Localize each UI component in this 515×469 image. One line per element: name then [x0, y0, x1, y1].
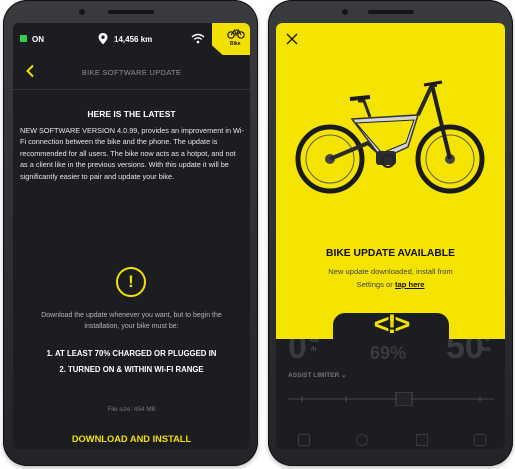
update-description: NEW SOFTWARE VERSION 4.0.99, provides an…: [20, 126, 244, 181]
tap-here-link[interactable]: tap here: [395, 280, 425, 289]
nav-tab-icon[interactable]: [474, 434, 486, 446]
battery-value: 69%: [370, 343, 407, 363]
phone-speaker: [107, 10, 154, 14]
nav-tab-icon[interactable]: [356, 434, 368, 446]
section-heading: HERE IS THE LATEST: [87, 109, 176, 119]
nav-tab-icon[interactable]: [416, 434, 428, 446]
phone-camera: [79, 9, 85, 15]
bike-tab[interactable]: Bike: [212, 23, 250, 55]
message-prefix: Settings or: [356, 280, 393, 289]
bottom-tab-bar: [276, 429, 505, 449]
alert-icon: !: [116, 267, 146, 297]
range-unit-bottom: km: [482, 347, 491, 353]
speed-unit-bottom: /h: [311, 347, 317, 353]
location-pin-icon: [98, 33, 108, 45]
phone-frame-right: 0 km /h 69% 50 % km ASSIST LIMITER ⌄ BIK…: [268, 0, 513, 466]
bike-tab-label: Bike: [230, 41, 241, 47]
status-bar: ON 14,456 km Bike: [13, 23, 250, 55]
odometer-value: 14,456 km: [114, 35, 153, 44]
warning-icon: <!>: [373, 309, 411, 339]
bike-icon: [227, 29, 245, 39]
power-indicator-icon: [20, 35, 27, 42]
nav-tab-icon[interactable]: [298, 434, 310, 446]
wifi-icon: [191, 33, 205, 44]
update-message-line2: Settings or tap here: [276, 280, 505, 289]
update-available-screen: 0 km /h 69% 50 % km ASSIST LIMITER ⌄ BIK…: [276, 23, 505, 449]
close-icon[interactable]: [286, 33, 298, 45]
page-title: BIKE SOFTWARE UPDATE: [81, 68, 182, 77]
bike-illustration: [295, 80, 485, 194]
assist-limiter-label[interactable]: ASSIST LIMITER ⌄: [288, 371, 347, 379]
update-details-screen: ON 14,456 km Bike BIKE SOFTWARE UPDATE H…: [13, 23, 250, 449]
update-available-title: BIKE UPDATE AVAILABLE: [326, 248, 455, 259]
requirement-item: 1. AT LEAST 70% CHARGED OR PLUGGED IN: [46, 349, 217, 358]
phone-frame-left: ON 14,456 km Bike BIKE SOFTWARE UPDATE H…: [3, 0, 258, 466]
update-message-line1: New update downloaded, install from: [328, 267, 453, 276]
update-modal: BIKE UPDATE AVAILABLE New update downloa…: [276, 23, 505, 339]
download-note: Download the update whenever you want, b…: [41, 312, 222, 330]
file-size: File size: 454 MB: [107, 406, 156, 413]
power-status-label: ON: [32, 35, 44, 44]
requirement-item: 2. TURNED ON & WITHIN WI-FI RANGE: [59, 365, 204, 374]
nav-bar: BIKE SOFTWARE UPDATE: [13, 55, 250, 90]
download-install-button[interactable]: DOWNLOAD AND INSTALL: [13, 430, 250, 448]
assist-slider[interactable]: [288, 392, 494, 406]
phone-camera: [342, 9, 348, 15]
phone-speaker: [367, 10, 414, 14]
